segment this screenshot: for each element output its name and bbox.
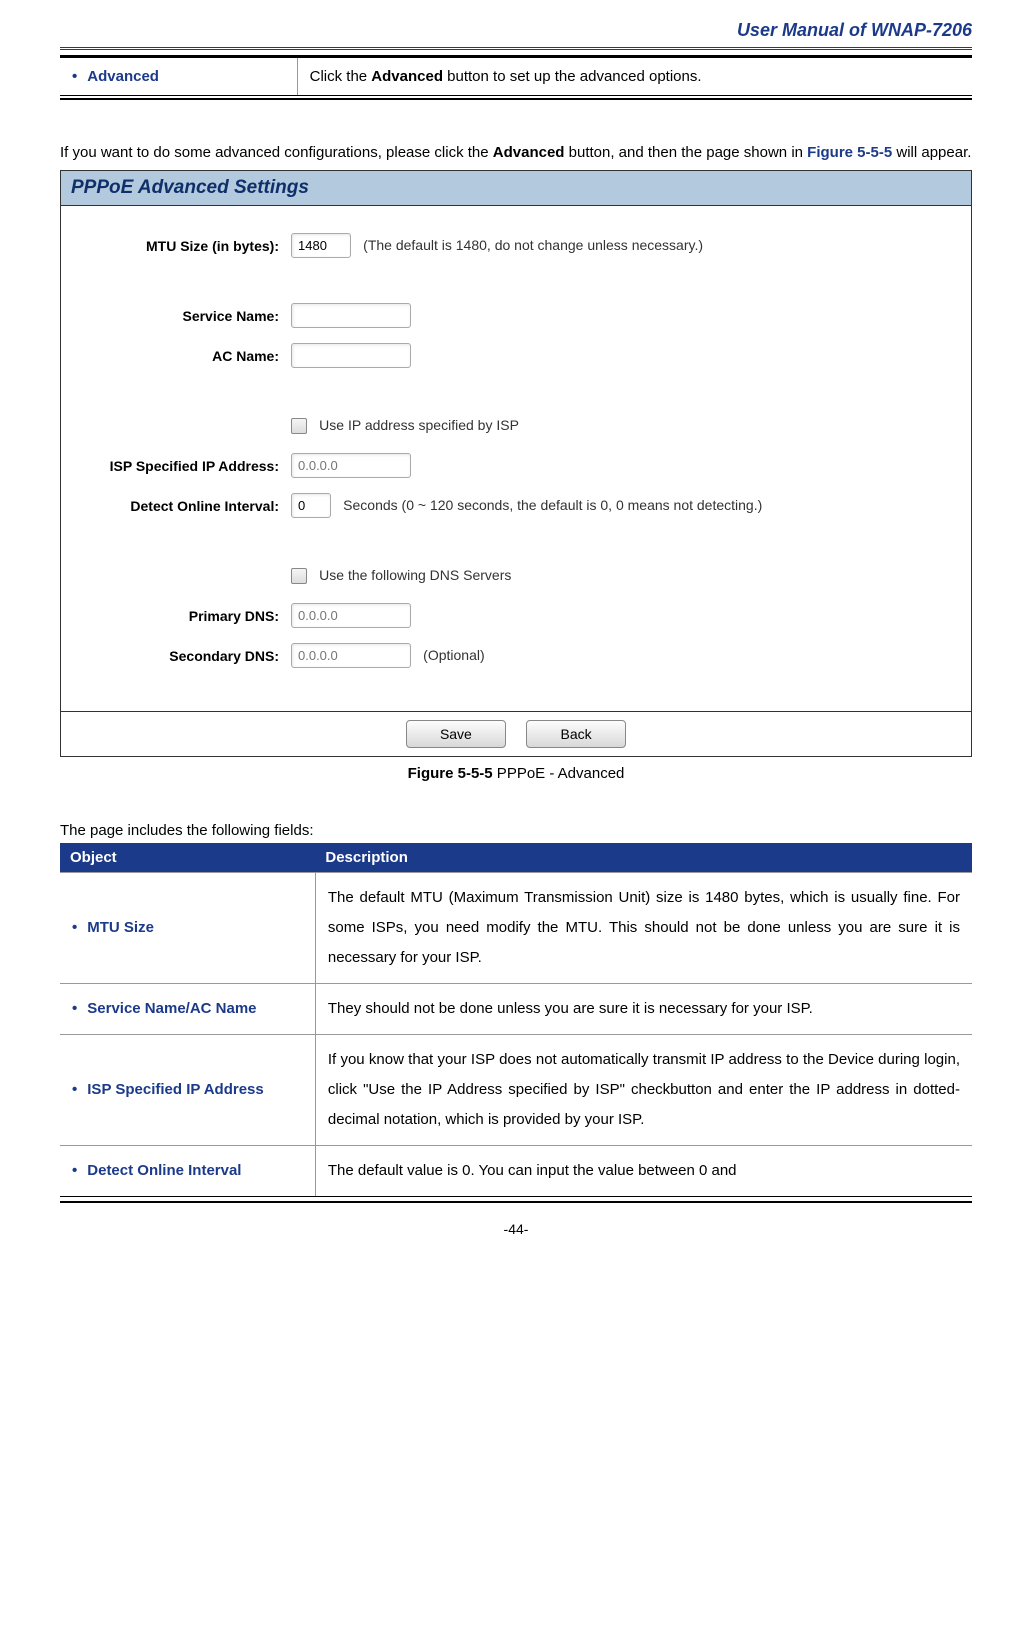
panel-title: PPPoE Advanced Settings [61, 171, 971, 206]
p1-end: will appear. [892, 144, 971, 161]
panel-body: MTU Size (in bytes): (The default is 148… [61, 206, 971, 711]
table-bottom-rule-2 [60, 98, 972, 100]
back-button[interactable]: Back [526, 720, 626, 748]
secondary-dns-row: Secondary DNS: (Optional) [71, 641, 961, 671]
header-description: Description [315, 843, 972, 873]
optional-note: (Optional) [423, 647, 484, 663]
advanced-desc-cell: Click the Advanced button to set up the … [297, 58, 972, 95]
table-row: MTU Size The default MTU (Maximum Transm… [60, 872, 972, 983]
ac-label: AC Name: [71, 348, 291, 364]
mtu-note: (The default is 1480, do not change unle… [363, 237, 703, 253]
primary-dns-input[interactable] [291, 603, 411, 628]
fields-intro: The page includes the following fields: [60, 822, 972, 839]
desc-service: They should not be done unless you are s… [315, 983, 972, 1034]
desc-detect: The default value is 0. You can input th… [315, 1145, 972, 1196]
advanced-label: Advanced [72, 68, 159, 85]
p1-pre: If you want to do some advanced configur… [60, 144, 493, 161]
ac-input[interactable] [291, 343, 411, 368]
use-ip-checkbox[interactable] [291, 418, 307, 434]
advanced-label-cell: Advanced [60, 58, 297, 95]
mtu-input[interactable] [291, 233, 351, 258]
detect-input[interactable] [291, 493, 331, 518]
figure-caption: Figure 5-5-5 PPPoE - Advanced [60, 765, 972, 782]
figure-caption-bold: Figure 5-5-5 [408, 765, 493, 782]
p1-post: button, and then the page shown in [564, 144, 807, 161]
table-row: ISP Specified IP Address If you know tha… [60, 1034, 972, 1145]
desc-isp: If you know that your ISP does not autom… [315, 1034, 972, 1145]
mtu-label: MTU Size (in bytes): [71, 238, 291, 254]
header-object: Object [60, 843, 315, 873]
obj-isp: ISP Specified IP Address [72, 1081, 264, 1098]
save-button[interactable]: Save [406, 720, 506, 748]
fields-bottom-rule-1 [60, 1196, 972, 1197]
isp-ip-row: ISP Specified IP Address: [71, 451, 961, 481]
fields-bottom-rule-2 [60, 1201, 972, 1203]
table-row: Advanced Click the Advanced button to se… [60, 58, 972, 95]
figure-ref: Figure 5-5-5 [807, 144, 892, 161]
settings-panel: PPPoE Advanced Settings MTU Size (in byt… [60, 170, 972, 757]
primary-dns-label: Primary DNS: [71, 608, 291, 624]
p1-bold: Advanced [493, 144, 565, 161]
secondary-dns-label: Secondary DNS: [71, 648, 291, 664]
mtu-ctrl: (The default is 1480, do not change unle… [291, 233, 703, 258]
service-label: Service Name: [71, 308, 291, 324]
use-dns-row: Use the following DNS Servers [71, 561, 961, 591]
intro-paragraph: If you want to do some advanced configur… [60, 140, 972, 166]
use-dns-checkbox[interactable] [291, 568, 307, 584]
use-ip-label: Use IP address specified by ISP [319, 417, 519, 433]
detect-note: Seconds (0 ~ 120 seconds, the default is… [343, 497, 762, 513]
use-dns-label: Use the following DNS Servers [319, 567, 511, 583]
advanced-desc-pre: Click the [310, 68, 372, 85]
button-row: Save Back [61, 711, 971, 756]
detect-row: Detect Online Interval: Seconds (0 ~ 120… [71, 491, 961, 521]
detect-label: Detect Online Interval: [71, 498, 291, 514]
figure-caption-rest: PPPoE - Advanced [493, 765, 625, 782]
header-rule [60, 47, 972, 51]
ac-row: AC Name: [71, 341, 961, 371]
advanced-row-table: Advanced Click the Advanced button to se… [60, 58, 972, 95]
secondary-dns-input[interactable] [291, 643, 411, 668]
fields-table: Object Description MTU Size The default … [60, 843, 972, 1196]
primary-dns-row: Primary DNS: [71, 601, 961, 631]
isp-ip-input[interactable] [291, 453, 411, 478]
obj-mtu: MTU Size [72, 919, 154, 936]
table-row: Service Name/AC Name They should not be … [60, 983, 972, 1034]
page-header-title: User Manual of WNAP-7206 [60, 20, 972, 47]
obj-service: Service Name/AC Name [72, 1000, 257, 1017]
table-header-row: Object Description [60, 843, 972, 873]
service-row: Service Name: [71, 301, 961, 331]
advanced-desc-post: button to set up the advanced options. [443, 68, 702, 85]
service-input[interactable] [291, 303, 411, 328]
isp-ip-label: ISP Specified IP Address: [71, 458, 291, 474]
table-bottom-rule-1 [60, 95, 972, 96]
use-ip-row: Use IP address specified by ISP [71, 411, 961, 441]
obj-detect: Detect Online Interval [72, 1162, 241, 1179]
mtu-row: MTU Size (in bytes): (The default is 148… [71, 231, 961, 261]
table-row: Detect Online Interval The default value… [60, 1145, 972, 1196]
desc-mtu: The default MTU (Maximum Transmission Un… [315, 872, 972, 983]
advanced-desc-bold: Advanced [371, 68, 443, 85]
page-number: -44- [60, 1221, 972, 1237]
